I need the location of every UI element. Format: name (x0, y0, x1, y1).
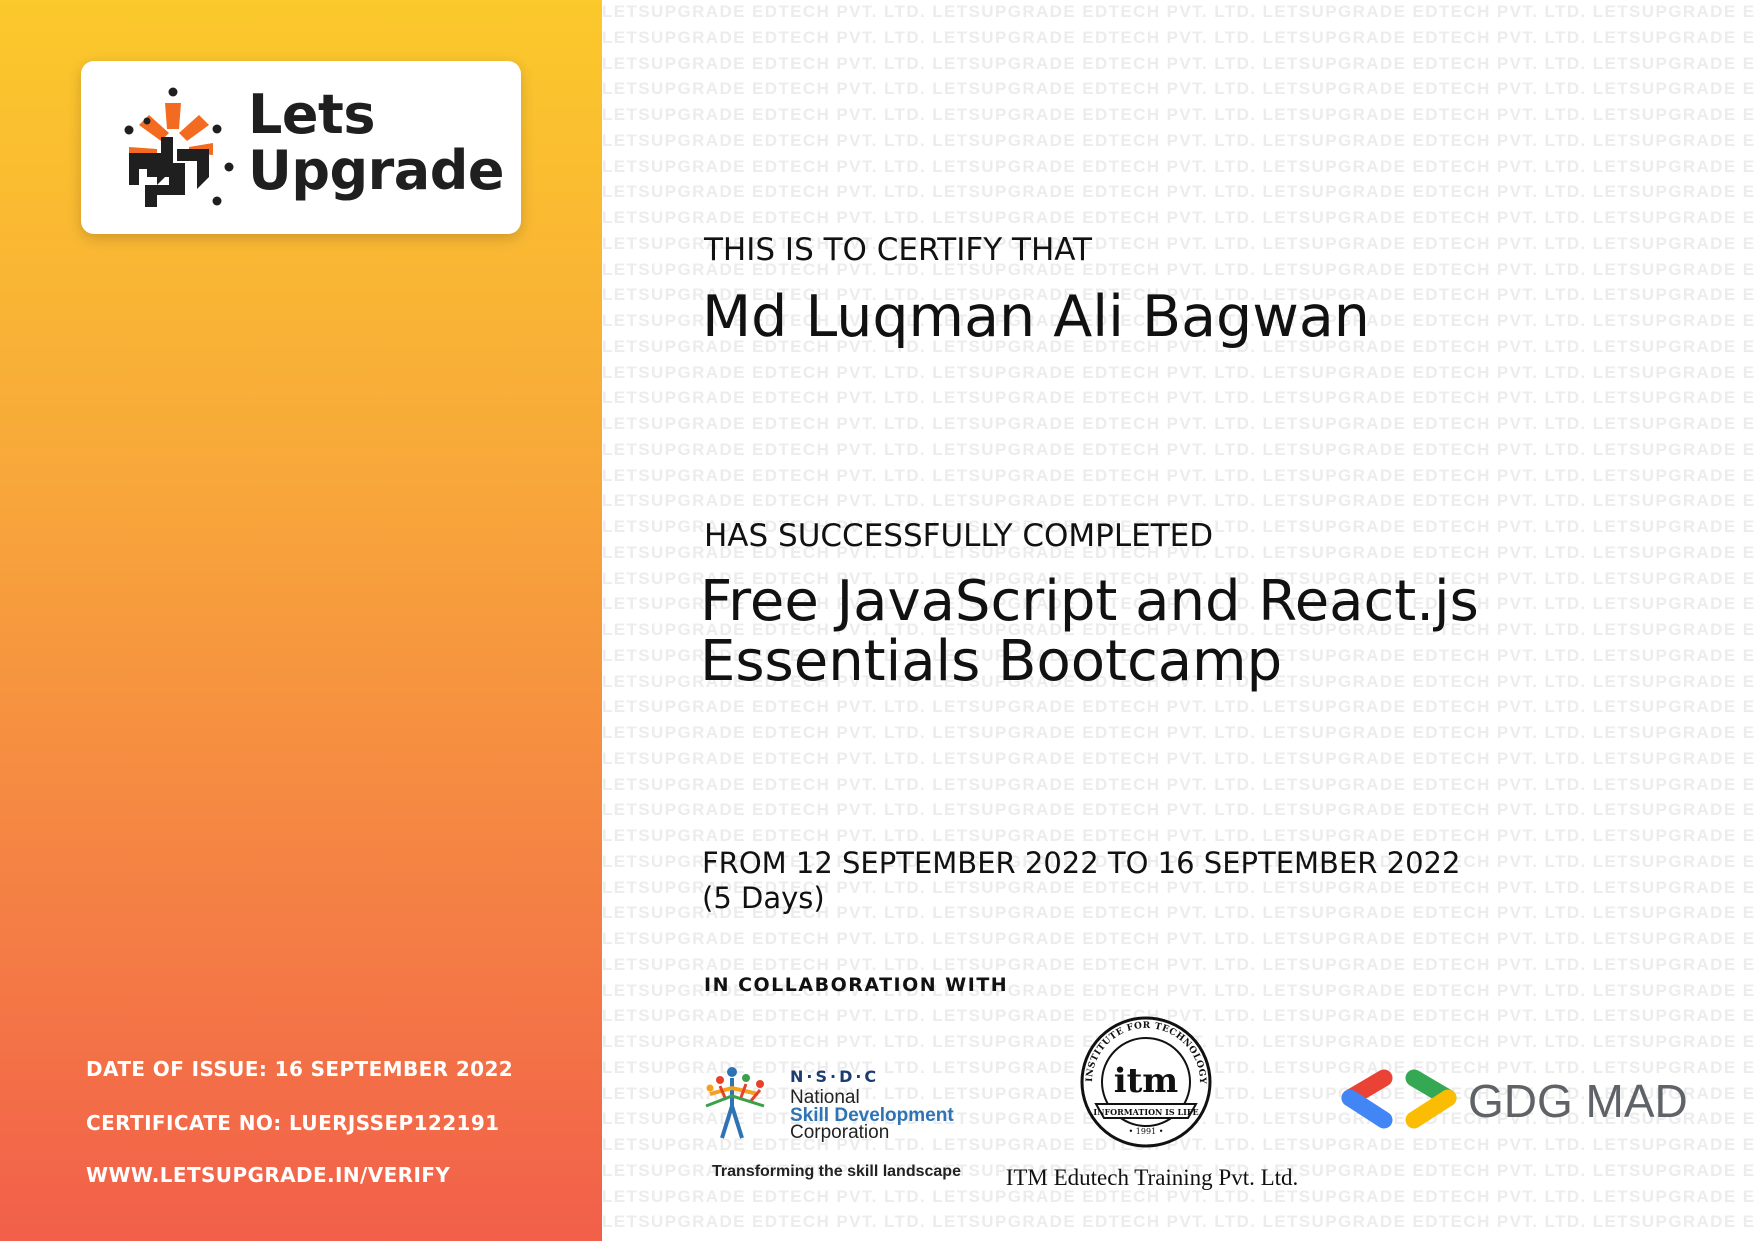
course-title-line-2: Essentials Bootcamp (700, 629, 1283, 694)
date-range: FROM 12 SEPTEMBER 2022 TO 16 SEPTEMBER 2… (702, 846, 1461, 880)
completed-text: HAS SUCCESSFULLY COMPLETED (704, 518, 1214, 554)
sidebar-panel: Lets Upgrade DATE OF ISSUE: 16 SEPTEMBER… (0, 0, 602, 1241)
logo-wordmark: Lets Upgrade (248, 83, 505, 202)
letsupgrade-logo-mark-icon (124, 87, 234, 207)
itm-monogram: itm (1114, 1061, 1179, 1101)
itm-year: • 1991 • (1129, 1127, 1164, 1136)
gdg-mad-logo: GDG MAD (1341, 1069, 1688, 1129)
course-dates: FROM 12 SEPTEMBER 2022 TO 16 SEPTEMBER 2… (702, 846, 1460, 916)
letsupgrade-logo: Lets Upgrade (81, 61, 521, 234)
itm-ribbon: INFORMATION IS LIFE (1093, 1107, 1198, 1117)
date-of-issue: DATE OF ISSUE: 16 SEPTEMBER 2022 (86, 1057, 514, 1081)
collaboration-heading: IN COLLABORATION WITH (704, 974, 1009, 996)
logo-word-lets: Lets (248, 83, 376, 146)
course-title-line-1: Free JavaScript and React.js (700, 569, 1479, 634)
itm-seal-icon: INSTITUTE FOR TECHNOLOGY AND MANAGEMENT … (982, 1012, 1212, 1148)
logo-word-upgrade: Upgrade (248, 139, 505, 202)
gdg-name: GDG MAD (1468, 1075, 1688, 1127)
itm-name: ITM Edutech Training Pvt. Ltd. (1006, 1165, 1299, 1190)
nsdc-line-3: Corporation (790, 1122, 889, 1143)
itm-logo: INSTITUTE FOR TECHNOLOGY AND MANAGEMENT … (982, 1012, 1299, 1190)
gdg-chevrons-icon (1341, 1069, 1457, 1129)
duration: (5 Days) (702, 881, 825, 915)
nsdc-tagline: Transforming the skill landscape (712, 1163, 961, 1180)
certify-intro: THIS IS TO CERTIFY THAT (704, 232, 1092, 268)
course-title: Free JavaScript and React.js Essentials … (700, 572, 1700, 692)
verify-url-link[interactable]: WWW.LETSUPGRADE.IN/VERIFY (86, 1163, 450, 1187)
nsdc-acronym: N·S·D·C (790, 1067, 879, 1086)
recipient-name: Md Luqman Ali Bagwan (702, 284, 1370, 350)
nsdc-figures-icon (705, 1067, 765, 1139)
certificate-number: CERTIFICATE NO: LUERJSSEP122191 (86, 1111, 500, 1135)
certificate-main: LETSUPGRADE EDTECH PVT. LTD. LETSUPGRADE… (602, 0, 1754, 1241)
nsdc-logo: N·S·D·C National Skill Development Corpo… (705, 1067, 961, 1180)
